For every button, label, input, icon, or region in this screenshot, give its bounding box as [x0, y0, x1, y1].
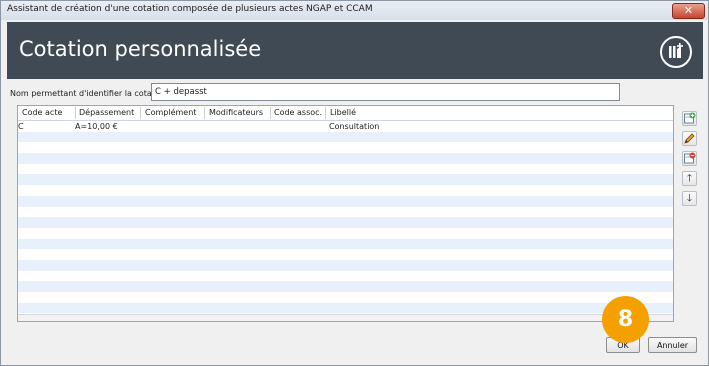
cotation-name-input[interactable]: C + depasst [151, 83, 620, 101]
edit-row-button[interactable] [682, 131, 697, 146]
cell-depassement: A=10,00 € [75, 122, 118, 131]
cell-libelle: Consultation [329, 122, 380, 131]
empty-row [18, 259, 673, 271]
empty-row [18, 249, 673, 260]
column-header-libelle[interactable]: Libellé [330, 108, 356, 117]
name-label: Nom permettant d'identifier la cotation … [10, 89, 173, 98]
add-row-button[interactable] [682, 111, 697, 126]
table-row[interactable]: C A=10,00 € Consultation [18, 121, 673, 132]
empty-row [18, 217, 673, 228]
empty-row [18, 195, 673, 207]
move-down-button[interactable]: 🡓 [682, 191, 697, 206]
empty-row [18, 174, 673, 186]
column-header-complement[interactable]: Complément [145, 108, 196, 117]
column-separator[interactable] [270, 107, 271, 119]
empty-row [18, 153, 673, 164]
close-button[interactable]: ✕ [672, 3, 705, 19]
delete-row-button[interactable] [682, 151, 697, 166]
column-header-code-acte[interactable]: Code acte [22, 108, 62, 117]
window-title: Assistant de création d'une cotation com… [7, 4, 373, 14]
column-separator[interactable] [75, 107, 76, 119]
empty-row [18, 271, 673, 282]
close-icon: ✕ [683, 4, 694, 17]
dialog-window: Assistant de création d'une cotation com… [0, 0, 709, 366]
table-header: Code acte Dépassement Complément Modific… [18, 106, 673, 121]
edit-icon [684, 133, 695, 144]
empty-row [18, 142, 673, 153]
empty-row [18, 302, 673, 314]
column-separator[interactable] [140, 107, 141, 119]
header-band: Cotation personnalisée [7, 22, 703, 79]
cell-code-acte: C [18, 122, 24, 131]
empty-row [18, 164, 673, 175]
empty-row [18, 292, 673, 303]
column-header-code-assoc[interactable]: Code assoc. [274, 108, 322, 117]
arrow-up-icon: 🡑 [686, 173, 693, 184]
empty-row [18, 238, 673, 250]
empty-row [18, 185, 673, 196]
table-body: C A=10,00 € Consultation [18, 121, 673, 314]
move-up-button[interactable]: 🡑 [682, 171, 697, 186]
delete-icon [684, 152, 696, 164]
step-badge: 8 [602, 296, 649, 343]
arrow-down-icon: 🡓 [686, 193, 693, 204]
empty-row [18, 131, 673, 143]
column-separator[interactable] [325, 107, 326, 119]
page-title: Cotation personnalisée [19, 37, 262, 61]
empty-row [18, 281, 673, 292]
empty-row [18, 228, 673, 239]
column-header-modificateurs[interactable]: Modificateurs [209, 108, 263, 117]
title-bar[interactable]: Assistant de création d'une cotation com… [1, 1, 708, 20]
add-row-icon [684, 112, 696, 124]
medical-logo-icon [660, 36, 692, 68]
empty-row [18, 207, 673, 218]
column-separator[interactable] [204, 107, 205, 119]
column-header-depassement[interactable]: Dépassement [79, 108, 134, 117]
cancel-button[interactable]: Annuler [648, 337, 697, 353]
acts-table[interactable]: Code acte Dépassement Complément Modific… [17, 105, 674, 322]
horizontal-scrollbar[interactable] [18, 314, 673, 321]
